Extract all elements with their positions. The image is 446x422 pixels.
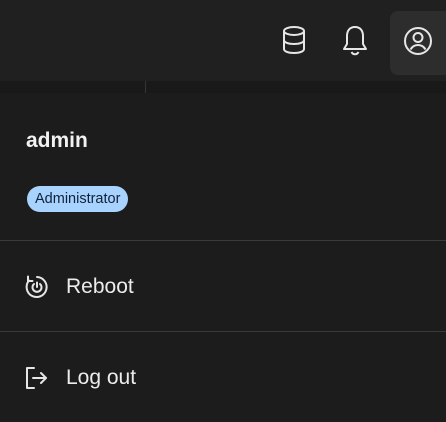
restart-icon	[24, 274, 50, 300]
user-name: admin	[26, 129, 88, 152]
logout-icon	[24, 365, 50, 391]
user-menu-dropdown: admin Administrator Reboot Log out	[0, 93, 446, 401]
role-badge: Administrator	[27, 186, 129, 212]
bell-icon[interactable]	[337, 22, 373, 58]
topbar-underlay	[0, 81, 446, 93]
reboot-label: Reboot	[66, 275, 134, 298]
account-circle-icon	[403, 26, 433, 61]
logout-menu-item[interactable]: Log out	[0, 332, 446, 422]
reboot-menu-item[interactable]: Reboot	[0, 241, 446, 331]
column-divider	[145, 81, 146, 93]
logout-label: Log out	[66, 366, 137, 389]
database-icon[interactable]	[276, 22, 312, 58]
account-button[interactable]	[390, 11, 446, 75]
top-app-bar	[0, 0, 446, 82]
